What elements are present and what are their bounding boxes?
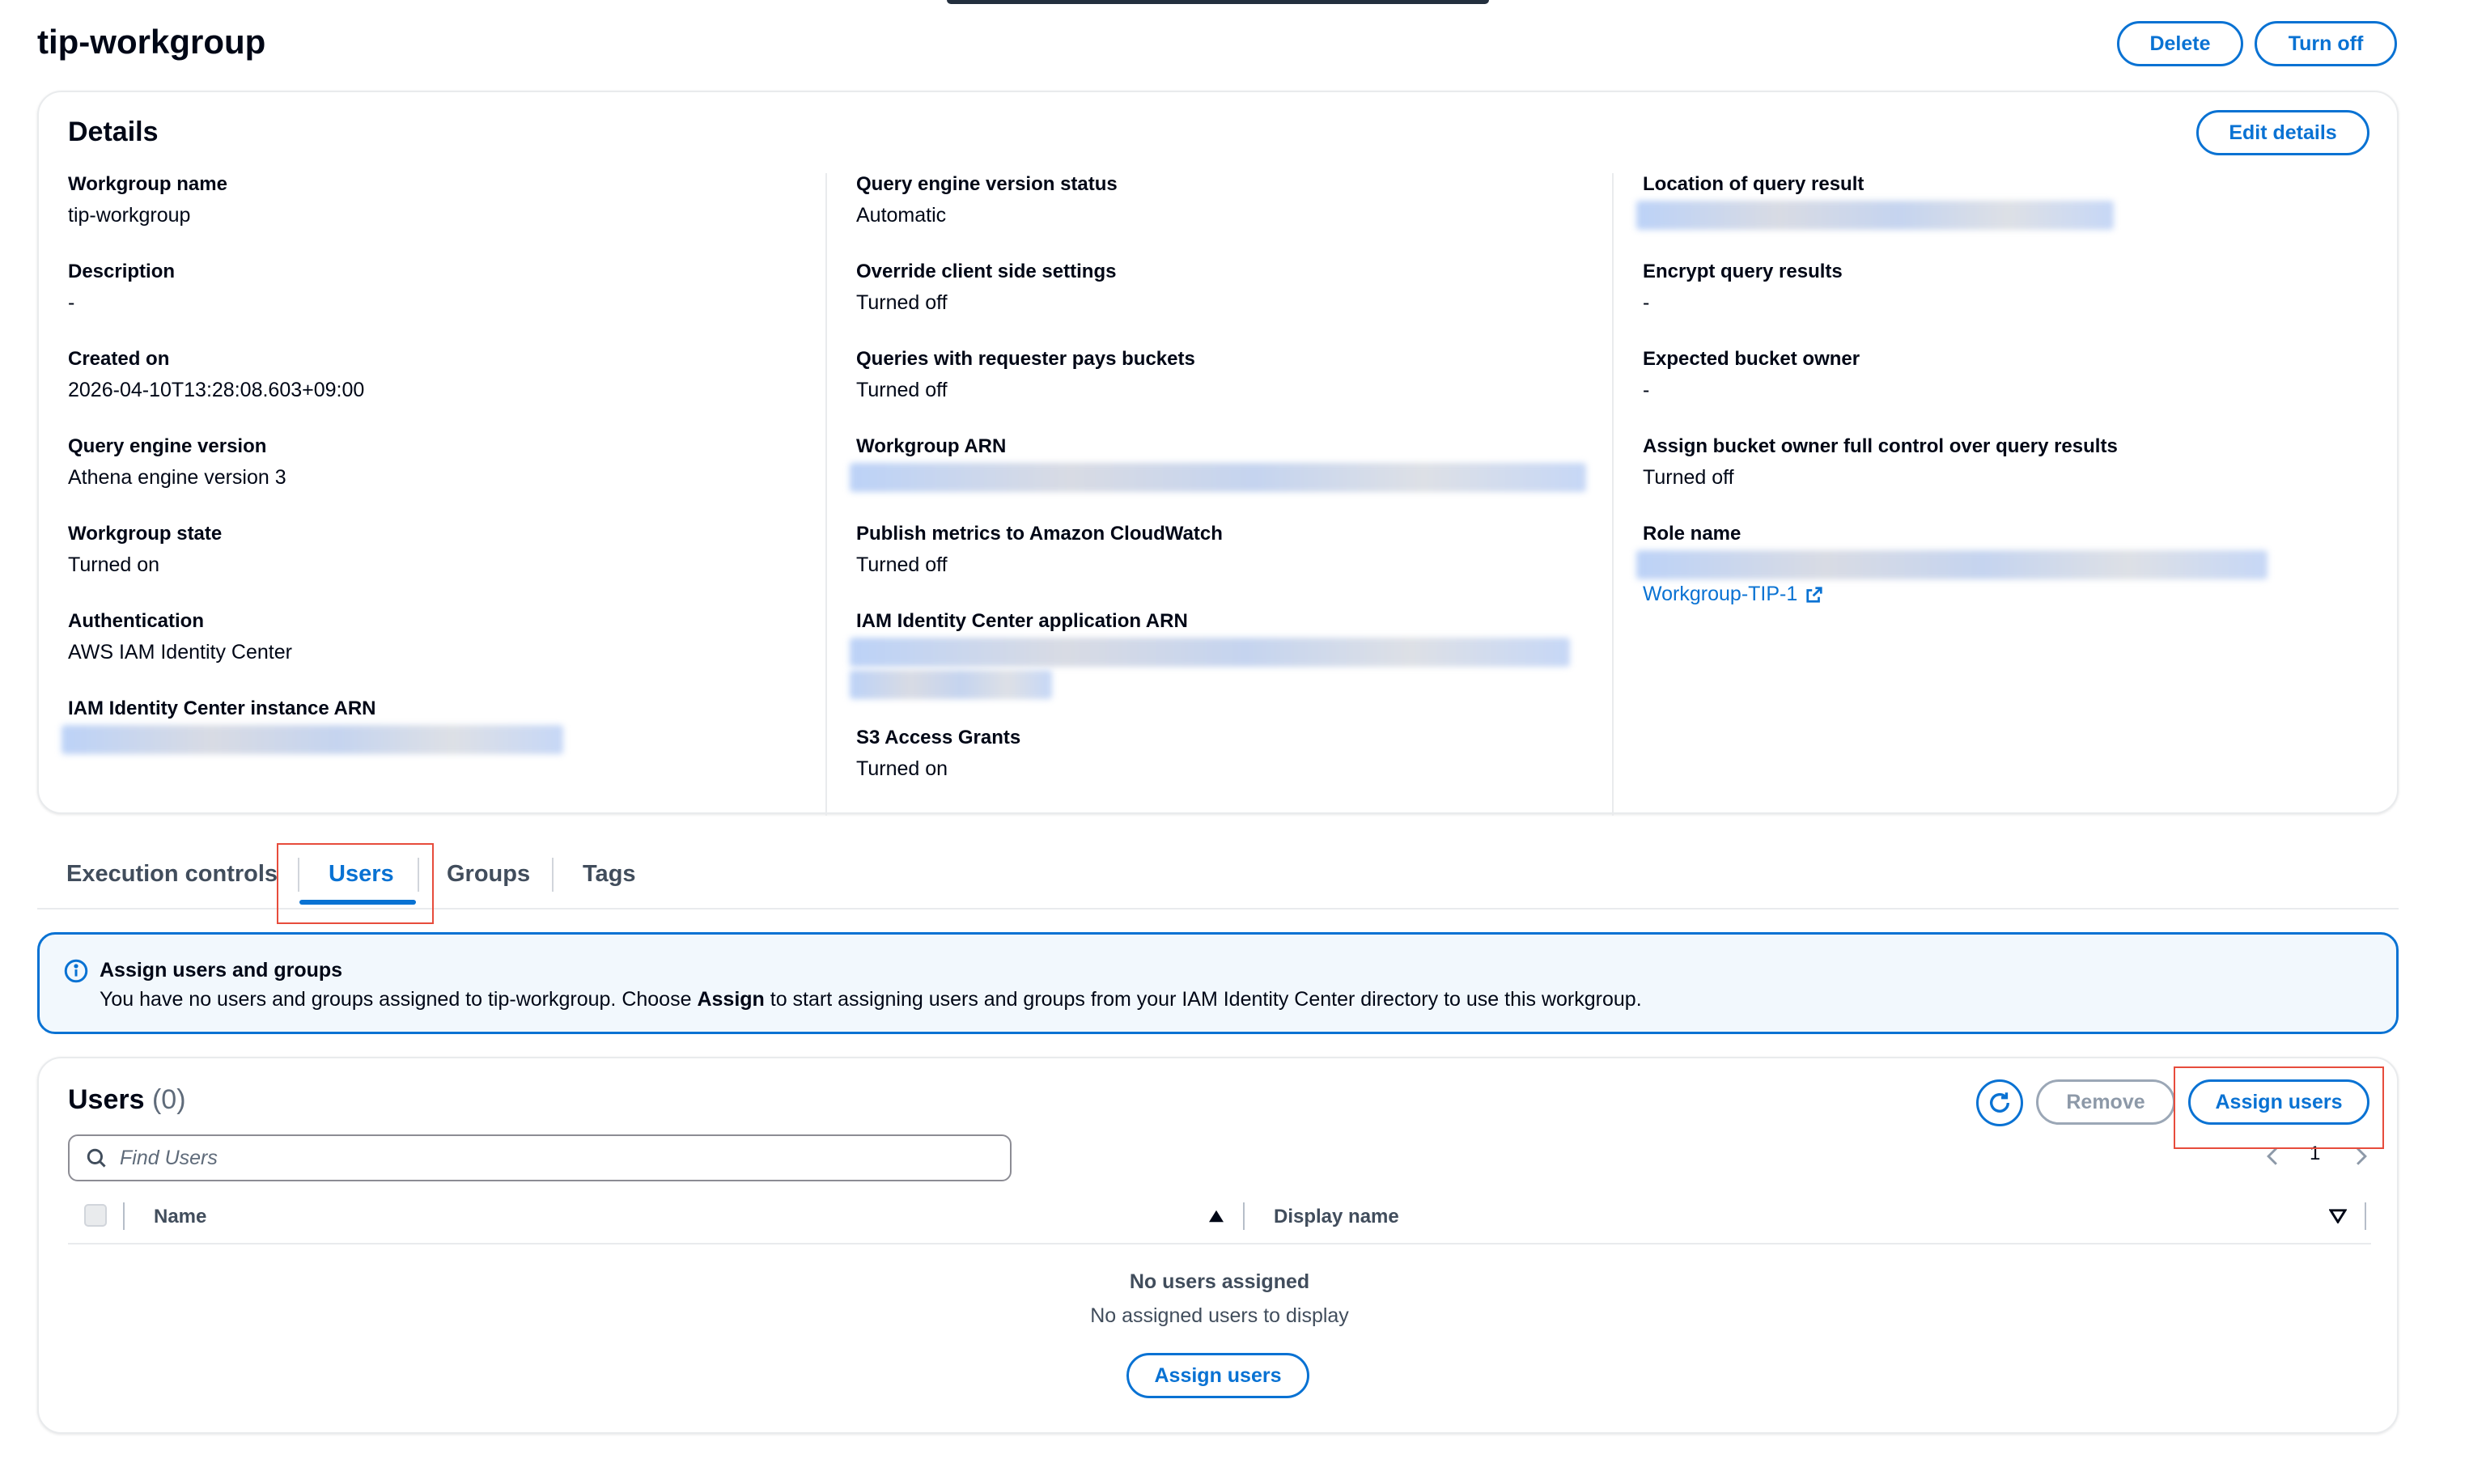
field-created-on: Created on 2026-04-10T13:28:08.603+09:00 — [68, 348, 365, 401]
users-count: (0) — [151, 1084, 186, 1115]
field-workgroup-state: Workgroup state Turned on — [68, 523, 223, 576]
details-column-2: Query engine version status Automatic Ov… — [825, 173, 1612, 816]
role-name-link[interactable]: Workgroup-TIP-1 — [1643, 583, 1823, 606]
find-users-search[interactable]: Find Users — [68, 1134, 1012, 1181]
details-panel: Details Edit details Workgroup name tip-… — [37, 91, 2399, 816]
alert-message: You have no users and groups assigned to… — [100, 988, 1642, 1011]
column-header-name[interactable]: Name — [154, 1206, 206, 1228]
top-overlay-bar — [947, 0, 1489, 4]
tab-divider — [552, 858, 554, 892]
details-heading: Details — [68, 117, 159, 147]
remove-button[interactable]: Remove — [2036, 1079, 2175, 1125]
alert-title: Assign users and groups — [100, 959, 343, 982]
field-engine-version-status: Query engine version status Automatic — [856, 173, 1118, 227]
redacted-value — [850, 463, 1586, 492]
info-icon — [64, 959, 88, 983]
field-description: Description - — [68, 261, 176, 314]
search-placeholder: Find Users — [120, 1146, 218, 1169]
info-alert: Assign users and groups You have no user… — [37, 932, 2399, 1034]
highlight-box-assign-users — [2174, 1066, 2384, 1149]
column-divider — [123, 1202, 125, 1230]
redacted-value — [1636, 201, 2114, 230]
field-requester-pays: Queries with requester pays buckets Turn… — [856, 348, 1195, 401]
column-divider — [2365, 1202, 2366, 1230]
sort-descending-icon[interactable] — [2329, 1209, 2347, 1223]
turn-off-button[interactable]: Turn off — [2255, 21, 2397, 66]
users-heading: Users (0) — [68, 1084, 186, 1115]
column-divider — [1243, 1202, 1245, 1230]
refresh-button[interactable] — [1976, 1079, 2023, 1126]
field-expected-bucket-owner: Expected bucket owner - — [1643, 348, 1860, 401]
redacted-value — [1636, 550, 2268, 579]
field-bucket-owner-control: Assign bucket owner full control over qu… — [1643, 435, 2118, 489]
details-column-3: Location of query result Encrypt query r… — [1612, 173, 2365, 816]
empty-assign-users-button[interactable]: Assign users — [1126, 1353, 1309, 1398]
field-s3-access-grants: S3 Access Grants Turned on — [856, 727, 1021, 780]
tab-tags[interactable]: Tags — [583, 861, 636, 888]
tab-execution-controls[interactable]: Execution controls — [66, 861, 278, 888]
field-query-result-location: Location of query result — [1636, 173, 2114, 230]
redacted-value — [850, 638, 1570, 667]
field-override-client-settings: Override client side settings Turned off — [856, 261, 1117, 314]
field-authentication: Authentication AWS IAM Identity Center — [68, 610, 292, 664]
delete-button[interactable]: Delete — [2117, 21, 2243, 66]
field-application-arn: IAM Identity Center application ARN — [850, 610, 1570, 699]
field-encrypt-results: Encrypt query results - — [1643, 261, 1843, 314]
redacted-value — [62, 725, 563, 754]
column-header-display-name[interactable]: Display name — [1274, 1206, 1399, 1228]
field-publish-metrics: Publish metrics to Amazon CloudWatch Tur… — [856, 523, 1223, 576]
sort-ascending-icon[interactable] — [1207, 1209, 1225, 1223]
refresh-icon — [1990, 1092, 2009, 1113]
select-all-checkbox[interactable] — [84, 1204, 107, 1227]
search-icon — [87, 1148, 106, 1168]
users-table-header: Name Display name — [68, 1189, 2371, 1244]
empty-state-subtitle: No assigned users to display — [1090, 1304, 1349, 1327]
field-workgroup-name: Workgroup name tip-workgroup — [68, 173, 227, 227]
empty-state-title: No users assigned — [1129, 1270, 1310, 1293]
users-panel: Users (0) Remove Assign users Find Users… — [37, 1057, 2399, 1434]
field-workgroup-arn: Workgroup ARN — [850, 435, 1586, 492]
edit-details-button[interactable]: Edit details — [2196, 110, 2369, 155]
field-instance-arn: IAM Identity Center instance ARN — [62, 697, 563, 754]
page-title: tip-workgroup — [37, 23, 266, 61]
external-link-icon — [1806, 586, 1822, 603]
redacted-value — [850, 670, 1052, 699]
field-role-name: Role name Workgroup-TIP-1 — [1636, 523, 2268, 606]
field-query-engine-version: Query engine version Athena engine versi… — [68, 435, 286, 489]
highlight-box-users-tab — [277, 843, 434, 924]
tab-groups[interactable]: Groups — [447, 861, 530, 888]
details-column-1: Workgroup name tip-workgroup Description… — [62, 173, 825, 816]
